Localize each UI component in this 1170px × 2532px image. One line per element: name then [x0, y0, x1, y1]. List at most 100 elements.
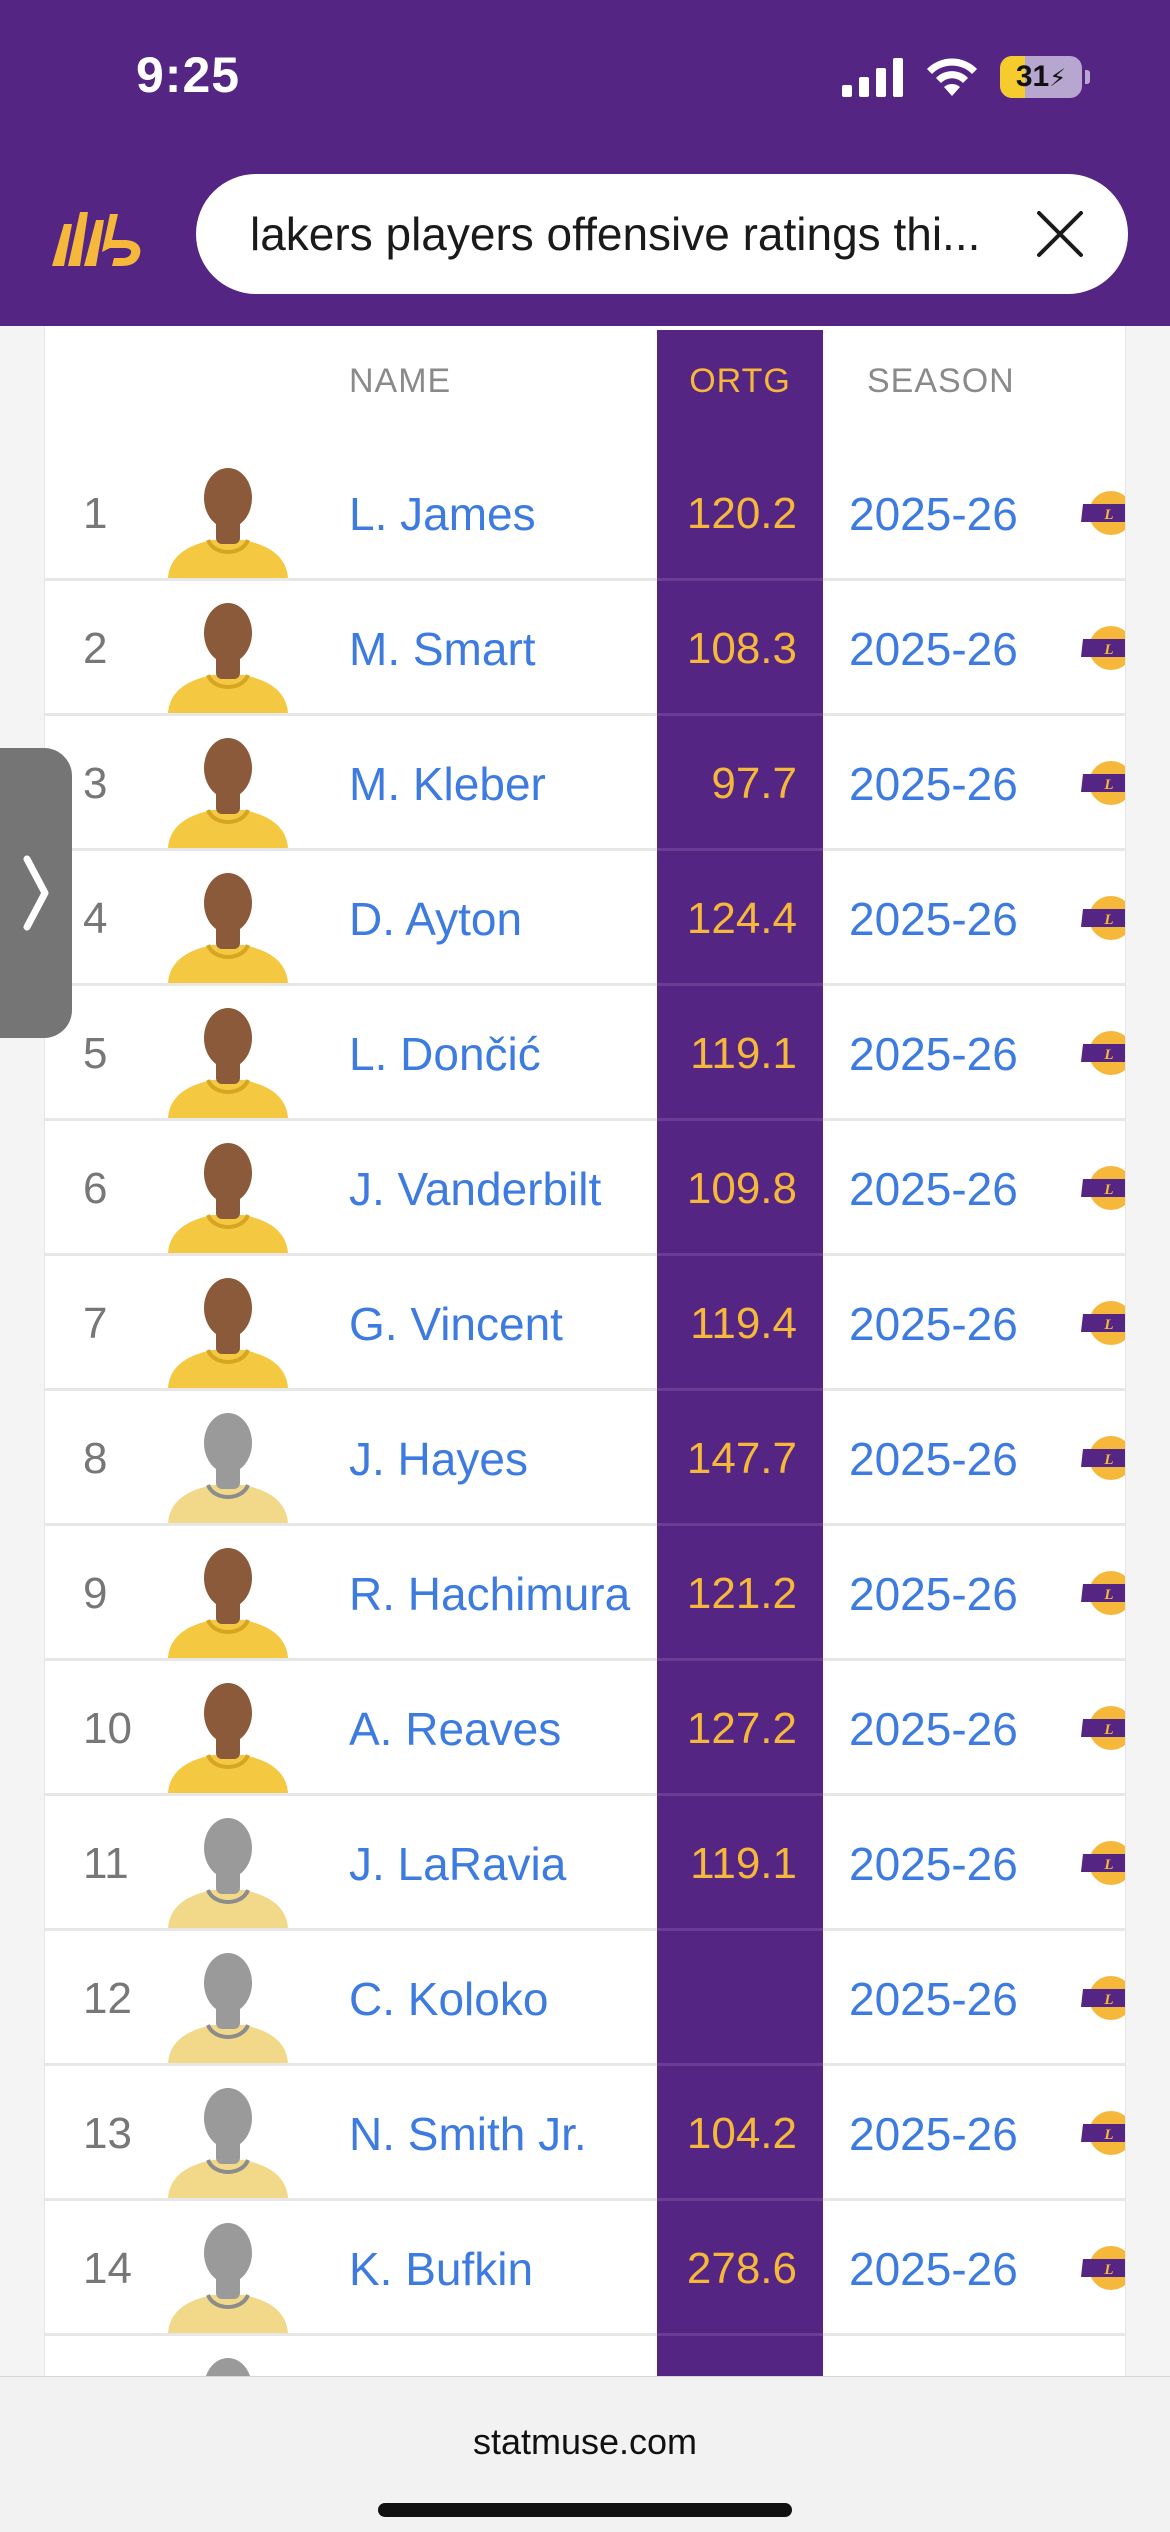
season-link[interactable]: 2025-26: [849, 2201, 1018, 2336]
lakers-logo-icon[interactable]: L: [1079, 625, 1125, 671]
season-link[interactable]: 2025-26: [849, 1661, 1018, 1796]
ortg-cell: 120.2: [686, 488, 797, 538]
svg-text:L: L: [1103, 1317, 1113, 1333]
lakers-logo-icon[interactable]: L: [1079, 490, 1125, 536]
season-link[interactable]: 2025-26: [849, 446, 1018, 581]
player-headshot[interactable]: [160, 1270, 296, 1388]
app-header: 9:25 31⚡ lakers players offensive rating…: [0, 0, 1170, 326]
sidebar-toggle-button[interactable]: [0, 748, 72, 1038]
status-icons: 31⚡: [842, 52, 1090, 102]
ortg-cell: [657, 2336, 823, 2376]
table-row[interactable]: 8 J. Hayes 147.7 2025-26 L: [45, 1391, 1125, 1526]
player-name-link[interactable]: C. Koloko: [349, 1931, 548, 2066]
svg-text:L: L: [1103, 1452, 1113, 1468]
player-headshot[interactable]: [160, 595, 296, 713]
season-link[interactable]: 2025-26: [849, 2066, 1018, 2201]
column-header-season[interactable]: SEASON: [867, 362, 1015, 401]
lakers-logo-icon[interactable]: L: [1079, 1975, 1125, 2021]
clear-search-button[interactable]: [1032, 206, 1088, 262]
lakers-logo-icon[interactable]: L: [1079, 1030, 1125, 1076]
table-row[interactable]: 11 J. LaRavia 119.1 2025-26 L: [45, 1796, 1125, 1931]
season-link[interactable]: 2025-26: [849, 986, 1018, 1121]
lakers-logo-icon[interactable]: L: [1079, 2245, 1125, 2291]
table-row[interactable]: 14 K. Bufkin 278.6 2025-26 L: [45, 2201, 1125, 2336]
player-headshot[interactable]: [160, 2080, 296, 2198]
player-name-link[interactable]: R. Hachimura: [349, 1526, 630, 1661]
home-indicator[interactable]: [378, 2503, 792, 2517]
season-link[interactable]: 2025-26: [849, 1121, 1018, 1256]
search-bar[interactable]: lakers players offensive ratings thi...: [196, 174, 1128, 294]
rank-cell: 4: [83, 893, 108, 943]
player-name-link[interactable]: M. Smart: [349, 581, 536, 716]
rank-cell: 9: [83, 1568, 108, 1618]
url-label[interactable]: statmuse.com: [0, 2421, 1170, 2463]
lakers-logo-icon[interactable]: L: [1079, 1435, 1125, 1481]
season-link[interactable]: 2025-26: [849, 581, 1018, 716]
lakers-logo-icon[interactable]: L: [1079, 1840, 1125, 1886]
season-link[interactable]: 2025-26: [849, 1796, 1018, 1931]
player-headshot[interactable]: [160, 865, 296, 983]
player-headshot[interactable]: [160, 1675, 296, 1793]
player-name-link[interactable]: J. Vanderbilt: [349, 1121, 601, 1256]
rank-cell: 7: [83, 1298, 108, 1348]
player-name-link[interactable]: N. Smith Jr.: [349, 2066, 587, 2201]
season-link[interactable]: 2025-26: [849, 851, 1018, 986]
table-row[interactable]: 5 L. Dončić 119.1 2025-26 L: [45, 986, 1125, 1121]
rank-cell: 11: [83, 1838, 129, 1888]
table-row[interactable]: L: [45, 2336, 1125, 2376]
table-row[interactable]: 6 J. Vanderbilt 109.8 2025-26 L: [45, 1121, 1125, 1256]
player-headshot[interactable]: [160, 1135, 296, 1253]
player-name-link[interactable]: A. Reaves: [349, 1661, 561, 1796]
statmuse-logo-icon[interactable]: [50, 206, 150, 266]
table-row[interactable]: 12 C. Koloko 2025-26 L: [45, 1931, 1125, 2066]
player-name-link[interactable]: J. LaRavia: [349, 1796, 566, 1931]
season-link[interactable]: 2025-26: [849, 1931, 1018, 2066]
lakers-logo-icon[interactable]: L: [1079, 2110, 1125, 2156]
player-name-link[interactable]: D. Ayton: [349, 851, 522, 986]
season-link[interactable]: 2025-26: [849, 1391, 1018, 1526]
table-row[interactable]: 13 N. Smith Jr. 104.2 2025-26 L: [45, 2066, 1125, 2201]
column-header-name[interactable]: NAME: [349, 362, 451, 401]
player-headshot[interactable]: [160, 1945, 296, 2063]
lakers-logo-icon[interactable]: L: [1079, 760, 1125, 806]
lakers-logo-icon[interactable]: L: [1079, 1300, 1125, 1346]
table-row[interactable]: 3 M. Kleber 97.7 2025-26 L: [45, 716, 1125, 851]
table-row[interactable]: 2 M. Smart 108.3 2025-26 L: [45, 581, 1125, 716]
table-row[interactable]: 7 G. Vincent 119.4 2025-26 L: [45, 1256, 1125, 1391]
player-headshot[interactable]: [160, 730, 296, 848]
lakers-logo-icon[interactable]: L: [1079, 895, 1125, 941]
rank-cell: 1: [83, 488, 108, 538]
player-name-link[interactable]: M. Kleber: [349, 716, 546, 851]
player-name-link[interactable]: K. Bufkin: [349, 2201, 533, 2336]
table-row[interactable]: 1 L. James 120.2 2025-26 L: [45, 446, 1125, 581]
season-link[interactable]: 2025-26: [849, 1526, 1018, 1661]
player-name-link[interactable]: L. Dončić: [349, 986, 541, 1121]
player-headshot[interactable]: [160, 1405, 296, 1523]
player-headshot[interactable]: [160, 2350, 296, 2376]
player-name-link[interactable]: J. Hayes: [349, 1391, 528, 1526]
ortg-cell: [657, 1931, 823, 2066]
lakers-logo-icon[interactable]: L: [1079, 1570, 1125, 1616]
lakers-logo-icon[interactable]: L: [1079, 1705, 1125, 1751]
svg-text:L: L: [1103, 1992, 1113, 2008]
player-headshot[interactable]: [160, 460, 296, 578]
table-row[interactable]: 4 D. Ayton 124.4 2025-26 L: [45, 851, 1125, 986]
rank-cell: [83, 2336, 163, 2376]
search-input[interactable]: lakers players offensive ratings thi...: [250, 207, 1032, 261]
season-link[interactable]: 2025-26: [849, 716, 1018, 851]
player-name-link[interactable]: G. Vincent: [349, 1256, 563, 1391]
player-headshot[interactable]: [160, 1000, 296, 1118]
lakers-logo-icon[interactable]: L: [1079, 1165, 1125, 1211]
chevron-right-icon: [23, 855, 49, 931]
table-row[interactable]: 9 R. Hachimura 121.2 2025-26 L: [45, 1526, 1125, 1661]
player-headshot[interactable]: [160, 2215, 296, 2333]
browser-bottom-bar: statmuse.com: [0, 2376, 1170, 2532]
player-headshot[interactable]: [160, 1540, 296, 1658]
player-headshot[interactable]: [160, 1810, 296, 1928]
table-row[interactable]: 10 A. Reaves 127.2 2025-26 L: [45, 1661, 1125, 1796]
rank-cell: 2: [83, 623, 108, 673]
column-header-ortg[interactable]: ORTG: [657, 362, 823, 401]
player-name-link[interactable]: L. James: [349, 446, 536, 581]
svg-text:L: L: [1103, 2262, 1113, 2278]
season-link[interactable]: 2025-26: [849, 1256, 1018, 1391]
